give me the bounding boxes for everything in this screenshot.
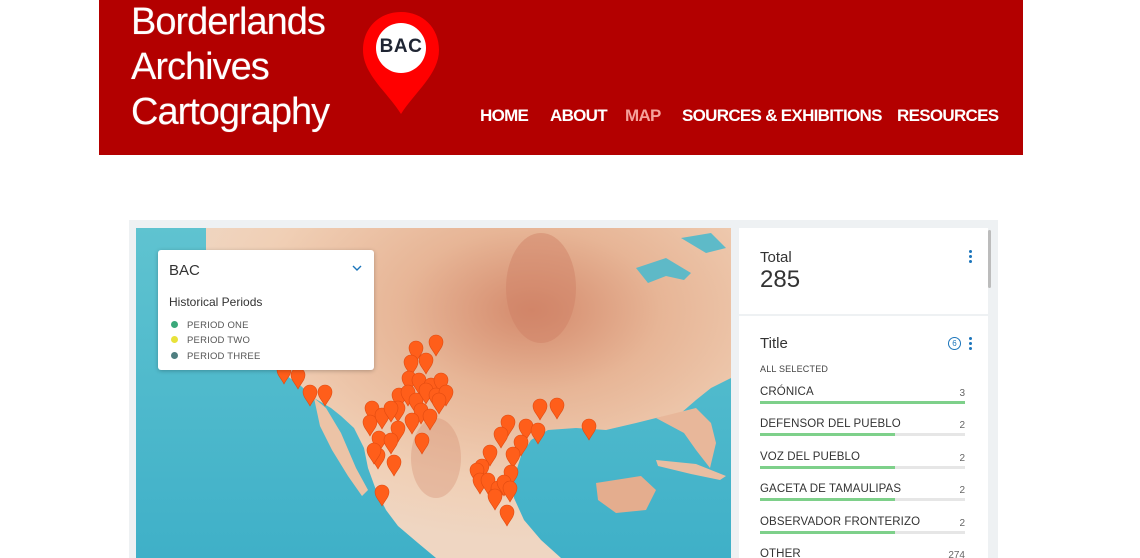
nav-home[interactable]: HOME [480, 106, 529, 126]
kebab-menu-icon[interactable] [969, 337, 973, 351]
logo-map-pin-icon[interactable]: BAC [361, 10, 441, 118]
category-bar-track [760, 401, 965, 404]
selection-note: ALL SELECTED [760, 364, 829, 374]
widget-panel: Total 285 Title 6 ALL SELECTED CRÓNICA 3… [739, 228, 991, 558]
chevron-down-icon[interactable] [350, 261, 364, 275]
nav-resources[interactable]: RESOURCES [897, 106, 999, 126]
category-label: DEFENSOR DEL PUEBLO [760, 418, 901, 430]
category-count: 3 [959, 388, 965, 399]
category-count: 2 [959, 485, 965, 496]
category-row[interactable]: OBSERVADOR FRONTERIZO 2 [760, 516, 965, 546]
category-row[interactable]: GACETA DE TAMAULIPAS 2 [760, 483, 965, 513]
category-label: CRÓNICA [760, 386, 814, 398]
category-label: VOZ DEL PUEBLO [760, 451, 861, 463]
category-bar [760, 466, 896, 469]
nav-about[interactable]: ABOUT [550, 106, 608, 126]
rocky-mountains-shade [506, 233, 576, 343]
category-bar-track [760, 466, 965, 469]
category-bar-track [760, 433, 965, 436]
legend-title: BAC [169, 262, 200, 279]
category-label: OBSERVADOR FRONTERIZO [760, 516, 921, 528]
category-count: 2 [959, 420, 965, 431]
category-bar [760, 498, 896, 501]
legend-item-period-three[interactable]: PERIOD THREE [171, 351, 261, 363]
category-count: 2 [959, 518, 965, 529]
category-row[interactable]: VOZ DEL PUEBLO 2 [760, 451, 965, 481]
nav-sources-exhibitions[interactable]: SOURCES & EXHIBITIONS [682, 106, 882, 126]
category-bar-track [760, 531, 965, 534]
legend-dot-icon [171, 320, 178, 328]
category-row[interactable]: CRÓNICA 3 [760, 386, 965, 416]
widget-scrollbar[interactable] [988, 230, 991, 288]
site-title-line-3: Cartography [131, 91, 330, 133]
legend-item-period-two[interactable]: PERIOD TWO [171, 335, 250, 347]
legend-item-period-one[interactable]: PERIOD ONE [171, 320, 249, 332]
legend-label: PERIOD THREE [187, 351, 261, 362]
nav-map[interactable]: MAP [625, 106, 661, 126]
category-label: OTHER [760, 548, 801, 558]
kebab-menu-icon[interactable] [969, 250, 973, 264]
sierra-shade [411, 418, 461, 498]
title-heading: Title [760, 335, 788, 352]
legend-subtitle: Historical Periods [169, 295, 263, 309]
site-title-line-2: Archives [131, 46, 270, 88]
total-heading: Total [760, 249, 792, 266]
total-widget: Total 285 [739, 228, 988, 314]
legend-card: BAC Historical Periods PERIOD ONE PERIOD… [158, 250, 374, 370]
map-dashboard: BAC Historical Periods PERIOD ONE PERIOD… [129, 220, 998, 558]
site-title-line-1: Borderlands [131, 1, 326, 43]
legend-dot-icon [171, 335, 178, 343]
legend-dot-icon [171, 351, 178, 359]
category-row[interactable]: DEFENSOR DEL PUEBLO 2 [760, 418, 965, 448]
legend-label: PERIOD TWO [187, 335, 251, 346]
map-view[interactable]: BAC Historical Periods PERIOD ONE PERIOD… [136, 228, 731, 558]
logo-text: BAC [379, 36, 423, 57]
site-title[interactable]: Borderlands Archives Cartography [131, 0, 330, 135]
category-row[interactable]: OTHER 274 [760, 548, 965, 558]
site-header: Borderlands Archives Cartography BAC HOM… [99, 0, 1023, 155]
legend-label: PERIOD ONE [187, 320, 249, 331]
title-widget: Title 6 ALL SELECTED CRÓNICA 3 DEFENSOR … [739, 316, 988, 558]
filter-count-badge[interactable]: 6 [948, 337, 961, 350]
category-bar [760, 433, 896, 436]
category-count: 2 [959, 453, 965, 464]
category-count: 274 [948, 550, 965, 558]
category-bar [760, 401, 965, 404]
category-bar-track [760, 498, 965, 501]
category-bar [760, 531, 896, 534]
category-label: GACETA DE TAMAULIPAS [760, 483, 902, 495]
total-value: 285 [760, 266, 801, 293]
